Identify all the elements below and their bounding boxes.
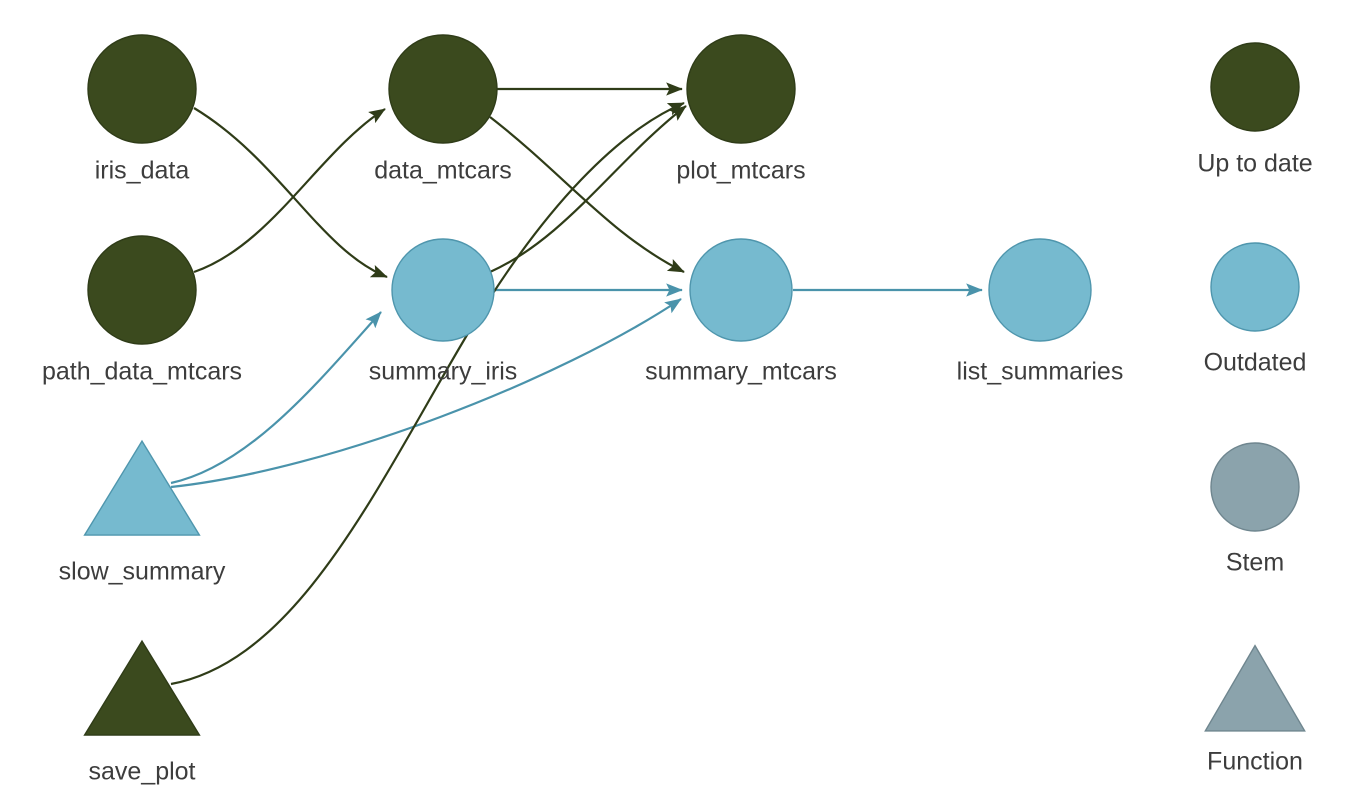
graph-edge: [489, 105, 687, 274]
legend-circle-icon: [1210, 242, 1300, 332]
graph-edge: [489, 116, 685, 273]
graph-node-data_mtcars[interactable]: data_mtcars: [374, 34, 512, 185]
node-label: iris_data: [95, 157, 190, 185]
graph-node-iris_data[interactable]: iris_data: [87, 34, 197, 185]
graph-node-path_data_mtcars[interactable]: path_data_mtcars: [42, 235, 242, 386]
graph-edge: [193, 107, 388, 279]
legend-triangle-icon: [1204, 644, 1306, 732]
legend-circle-icon: [1210, 442, 1300, 532]
graph-edge: [170, 311, 382, 485]
node-label: data_mtcars: [374, 157, 512, 185]
graph-node-list_summaries[interactable]: list_summaries: [957, 238, 1124, 386]
node-label: list_summaries: [957, 358, 1124, 386]
node-circle-icon[interactable]: [388, 34, 498, 144]
legend-item-stem: Stem: [1210, 442, 1300, 577]
node-circle-icon[interactable]: [391, 238, 495, 342]
legend-label: Stem: [1226, 549, 1284, 577]
legend-circle-icon: [1210, 42, 1300, 132]
graph-node-plot_mtcars[interactable]: plot_mtcars: [676, 34, 806, 185]
legend-layer: Up to date Outdated Stem Function: [1197, 42, 1313, 776]
graph-edge: [170, 101, 685, 686]
node-circle-icon[interactable]: [686, 34, 796, 144]
node-circle-icon[interactable]: [87, 235, 197, 345]
legend-item-outdated: Outdated: [1204, 242, 1307, 377]
graph-node-slow_summary[interactable]: slow_summary: [59, 439, 226, 586]
graph-node-summary_mtcars[interactable]: summary_mtcars: [645, 238, 837, 386]
node-label: plot_mtcars: [676, 157, 805, 185]
legend-item-up-to-date: Up to date: [1197, 42, 1313, 178]
legend-label: Outdated: [1204, 349, 1307, 377]
node-label: save_plot: [88, 758, 195, 786]
dependency-graph: iris_data data_mtcars plot_mtcars path_data…: [0, 0, 1354, 793]
node-triangle-icon[interactable]: [83, 439, 201, 536]
edges-layer: [170, 82, 983, 686]
graph-node-save_plot[interactable]: save_plot: [83, 639, 201, 786]
legend-label: Up to date: [1197, 150, 1312, 178]
node-label: slow_summary: [59, 558, 226, 586]
legend-item-function: Function: [1204, 644, 1306, 776]
legend-label: Function: [1207, 748, 1303, 776]
node-circle-icon[interactable]: [87, 34, 197, 144]
node-label: summary_mtcars: [645, 358, 837, 386]
node-triangle-icon[interactable]: [83, 639, 201, 736]
graph-edge: [193, 108, 386, 274]
graph-node-summary_iris[interactable]: summary_iris: [369, 238, 518, 386]
node-circle-icon[interactable]: [988, 238, 1092, 342]
node-label: path_data_mtcars: [42, 358, 242, 386]
node-label: summary_iris: [369, 358, 518, 386]
graph-canvas: iris_data data_mtcars plot_mtcars path_data…: [42, 34, 1313, 786]
node-circle-icon[interactable]: [689, 238, 793, 342]
